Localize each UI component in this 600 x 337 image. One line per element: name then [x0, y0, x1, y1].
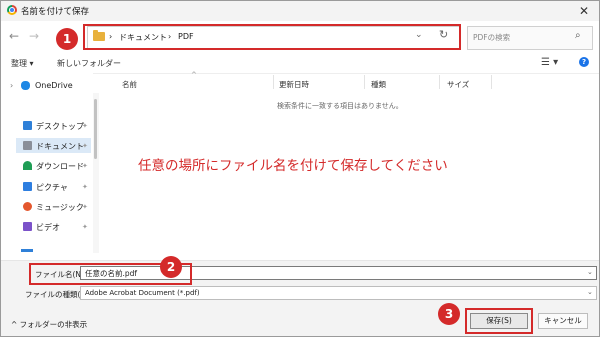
sidebar-item-music[interactable]: ミュージック: [36, 202, 84, 213]
search-placeholder: PDFの検索: [473, 33, 511, 42]
filetype-value: Adobe Acrobat Document (*.pdf): [85, 289, 200, 297]
empty-folder-message: 検索条件に一致する項目はありません。: [277, 102, 403, 110]
step-badge-3: 3: [438, 303, 460, 325]
column-header-date[interactable]: 更新日時: [279, 79, 309, 90]
music-icon: [23, 202, 32, 211]
download-icon: [23, 161, 32, 170]
view-options-icon[interactable]: ☰ ▾: [541, 57, 558, 68]
save-highlight-box: [465, 308, 533, 334]
cloud-icon: [21, 81, 30, 90]
window-title: 名前を付けて保存: [21, 7, 90, 17]
column-separator[interactable]: [439, 75, 440, 89]
partial-nav-icon: [21, 249, 33, 252]
pin-icon: ✦: [82, 162, 88, 170]
sort-indicator-icon: ^: [191, 71, 197, 79]
chevron-down-icon[interactable]: ⌄: [587, 288, 593, 296]
desktop-icon: [23, 121, 32, 130]
back-arrow-icon[interactable]: ←: [9, 29, 19, 43]
pin-icon: ✦: [82, 223, 88, 231]
address-highlight-box: [83, 24, 461, 50]
step-badge-1: 1: [56, 28, 78, 50]
chevron-down-icon[interactable]: ⌄: [587, 268, 593, 276]
step-badge-2: 2: [160, 256, 182, 278]
save-as-dialog: 名前を付けて保存 ✕ ← → › ドキュメント › PDF ⌄ ↻ 1 PDFの…: [0, 0, 600, 337]
help-icon[interactable]: ?: [579, 57, 589, 67]
close-icon[interactable]: ✕: [573, 2, 595, 20]
sidebar-item-onedrive[interactable]: OneDrive: [35, 81, 73, 90]
cancel-button[interactable]: キャンセル: [538, 313, 588, 329]
expand-chevron-icon[interactable]: ›: [10, 81, 13, 90]
pin-icon: ✦: [82, 203, 88, 211]
sidebar-item-videos[interactable]: ビデオ: [36, 222, 60, 233]
documents-icon: [23, 141, 32, 150]
column-separator[interactable]: [491, 75, 492, 89]
instruction-annotation: 任意の場所にファイル名を付けて保存してください: [138, 158, 448, 174]
forward-arrow-icon[interactable]: →: [29, 29, 39, 43]
sidebar-item-pictures[interactable]: ピクチャ: [36, 182, 68, 193]
organize-button[interactable]: 整理 ▾: [11, 58, 34, 69]
pictures-icon: [23, 182, 32, 191]
sidebar-item-desktop[interactable]: デスクトップ: [36, 121, 84, 132]
column-separator[interactable]: [364, 75, 365, 89]
column-header-name[interactable]: 名前: [122, 79, 137, 90]
column-header-size[interactable]: サイズ: [447, 79, 469, 90]
column-separator[interactable]: [273, 75, 274, 89]
hide-folders-button[interactable]: ^ フォルダーの非表示: [11, 319, 87, 330]
pin-icon: ✦: [82, 183, 88, 191]
pin-icon: ✦: [82, 142, 88, 150]
column-header-type[interactable]: 種類: [371, 79, 386, 90]
chrome-icon: [7, 5, 17, 15]
sidebar-item-downloads[interactable]: ダウンロード: [36, 161, 84, 172]
new-folder-button[interactable]: 新しいフォルダー: [57, 58, 121, 69]
videos-icon: [23, 222, 32, 231]
title-bar: [1, 1, 599, 21]
sidebar-item-documents[interactable]: ドキュメント: [36, 141, 84, 152]
pin-icon: ✦: [82, 122, 88, 130]
search-icon[interactable]: ⌕: [575, 30, 581, 41]
nav-pane-scroll-thumb[interactable]: [94, 99, 97, 159]
